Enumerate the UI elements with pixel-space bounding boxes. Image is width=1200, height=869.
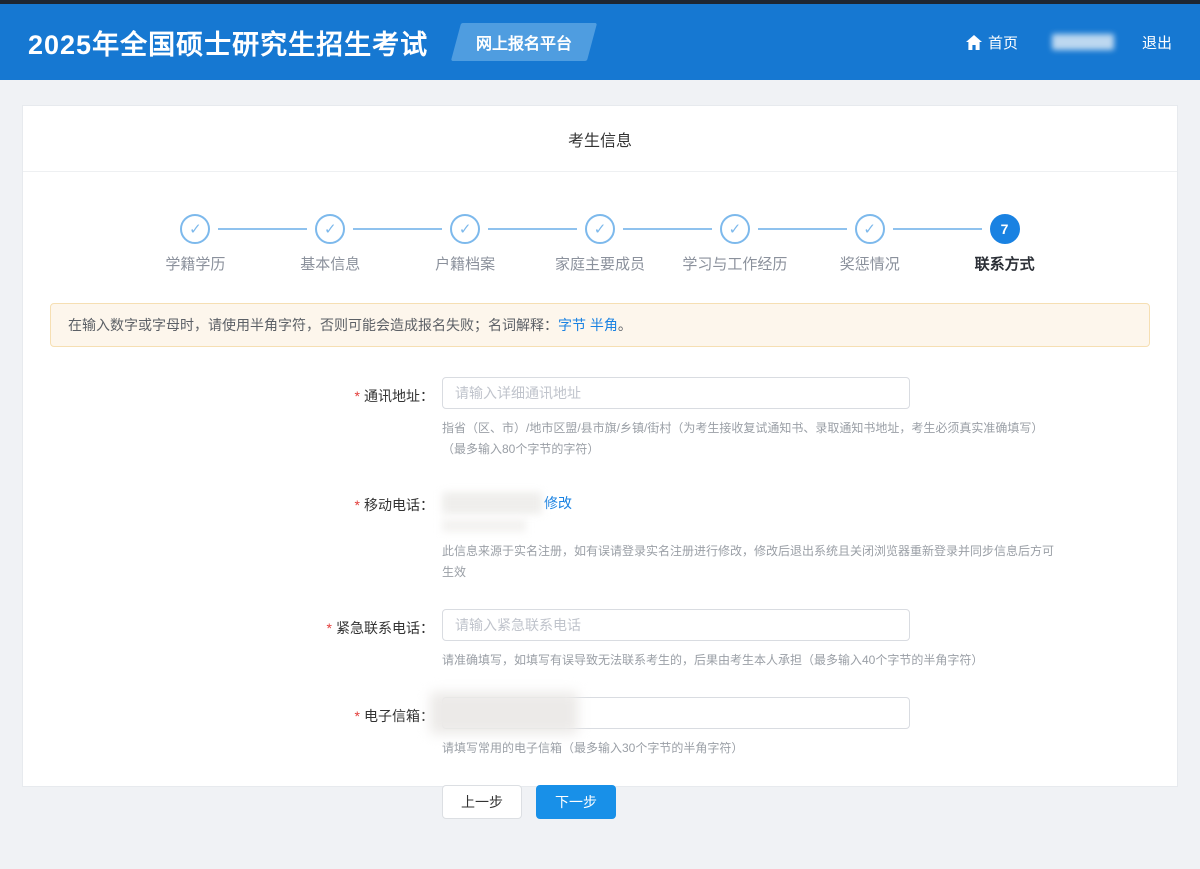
address-row: *通讯地址： 指省（区、市）/地市区盟/县市旗/乡镇/街村（为考生接收复试通知书… xyxy=(23,377,1177,460)
emergency-control: 请准确填写，如填写有误导致无法联系考生的，后果由考生本人承担（最多输入40个字节… xyxy=(442,609,983,671)
required-asterisk: * xyxy=(354,708,360,724)
emergency-label-wrap: * 紧急联系电话： xyxy=(23,609,434,671)
emergency-row: *紧急联系电话： 请准确填写，如填写有误导致无法联系考生的，后果由考生本人承担（… xyxy=(23,609,1177,671)
logout-link[interactable]: 退出 xyxy=(1142,32,1172,53)
email-label: 电子信箱： xyxy=(364,708,434,724)
platform-badge-label: 网上报名平台 xyxy=(476,36,573,53)
mobile-label-wrap: * 移动电话： xyxy=(23,486,434,583)
step-label: 基本信息 xyxy=(300,256,361,273)
page-title: 考生信息 xyxy=(23,106,1177,172)
mobile-value-line: 修改 xyxy=(442,486,1062,514)
step-done-icon: ✓ xyxy=(315,214,346,244)
step-xueji-xueli: ✓ 学籍学历 xyxy=(128,214,263,274)
step-xuexi-gongzuo: ✓ 学习与工作经历 xyxy=(623,214,802,274)
check-icon: ✓ xyxy=(189,221,202,238)
mobile-redacted-smudge xyxy=(442,519,526,532)
step-jiangcheng-qingkuang: ✓ 奖惩情况 xyxy=(757,214,937,274)
step-lianxi-fangshi-current: 7 联系方式 xyxy=(892,214,1072,274)
step-label: 奖惩情况 xyxy=(839,256,900,273)
required-asterisk: * xyxy=(326,620,332,636)
check-icon: ✓ xyxy=(863,221,876,238)
step-done-icon: ✓ xyxy=(719,214,750,244)
emergency-help: 请准确填写，如填写有误导致无法联系考生的，后果由考生本人承担（最多输入40个字节… xyxy=(442,653,984,667)
address-label-wrap: * 通讯地址： xyxy=(23,377,434,460)
header-nav: 首页 退出 xyxy=(965,32,1172,53)
home-icon xyxy=(965,34,982,50)
app-title: 2025年全国硕士研究生招生考试 xyxy=(28,29,429,60)
mobile-row: * 移动电话： 修改 此信息来源于实名注册，如有误请登录实名注册进行修改，修改后退… xyxy=(23,486,1177,583)
contact-form: *通讯地址： 指省（区、市）/地市区盟/县市旗/乡镇/街村（为考生接收复试通知书… xyxy=(23,377,1177,819)
mobile-number-redacted xyxy=(442,492,542,514)
next-step-button[interactable]: 下一步 xyxy=(536,785,616,819)
mobile-control: 修改 此信息来源于实名注册，如有误请登录实名注册进行修改，修改后退出系统且关闭浏… xyxy=(442,486,1062,583)
step-done-icon: ✓ xyxy=(854,214,885,244)
username-redacted xyxy=(1051,34,1114,50)
step-done-icon: ✓ xyxy=(585,214,615,244)
email-help: 请填写常用的电子信箱（最多输入30个字节的半角字符） xyxy=(442,741,744,755)
step-done-icon: ✓ xyxy=(450,214,481,244)
previous-step-button[interactable]: 上一步 xyxy=(442,785,522,819)
check-icon: ✓ xyxy=(458,221,472,238)
step-done-icon: ✓ xyxy=(180,214,211,244)
modify-phone-link[interactable]: 修改 xyxy=(544,493,572,513)
step-number-badge: 7 xyxy=(989,214,1020,244)
mobile-label: 移动电话： xyxy=(364,497,434,513)
check-icon: ✓ xyxy=(323,221,337,238)
step-label: 学籍学历 xyxy=(165,256,226,273)
platform-badge: 网上报名平台 xyxy=(450,23,598,61)
step-label: 户籍档案 xyxy=(435,256,496,273)
halfwidth-notice-banner: 在输入数字或字母时，请使用半角字符，否则可能会造成报名失败；名词解释：字节 半角… xyxy=(50,303,1150,347)
step-label: 学习与工作经历 xyxy=(682,256,788,273)
notice-suffix: 。 xyxy=(617,317,632,333)
home-link[interactable]: 首页 xyxy=(965,32,1018,53)
step-jiben-xinxi: ✓ 基本信息 xyxy=(218,214,398,274)
email-row: * 电子信箱： 请填写常用的电子信箱（最多输入30个字节的半角字符） xyxy=(23,692,1177,759)
step-label: 家庭主要成员 xyxy=(555,256,646,273)
form-actions: 上一步 下一步 xyxy=(442,785,1177,819)
step-jiating-chengyuan: ✓ 家庭主要成员 xyxy=(488,214,668,274)
step-huji-dangan: ✓ 户籍档案 xyxy=(353,214,533,274)
address-help-line2: （最多输入80个字节的字符） xyxy=(442,442,600,456)
email-input[interactable] xyxy=(442,697,910,729)
step-progress: ✓ 学籍学历 ✓ 基本信息 ✓ 户籍档案 ✓ 家庭主要成员 ✓ 学习与工作经历 … xyxy=(23,172,1177,274)
email-input-wrap xyxy=(430,692,910,734)
email-control: 请填写常用的电子信箱（最多输入30个字节的半角字符） xyxy=(430,692,910,759)
address-input[interactable] xyxy=(442,377,910,409)
emergency-label: 紧急联系电话： xyxy=(336,620,434,636)
notice-text: 在输入数字或字母时，请使用半角字符，否则可能会造成报名失败；名词解释： xyxy=(68,317,558,333)
address-help-line1: 指省（区、市）/地市区盟/县市旗/乡镇/街村（为考生接收复试通知书、录取通知书地… xyxy=(442,421,1044,435)
app-header: 2025年全国硕士研究生招生考试 网上报名平台 首页 退出 xyxy=(0,4,1200,80)
required-asterisk: * xyxy=(354,388,360,404)
halfwidth-term-link[interactable]: 半角 xyxy=(590,317,618,333)
email-label-wrap: * 电子信箱： xyxy=(23,697,434,759)
home-label: 首页 xyxy=(987,34,1018,52)
byte-term-link[interactable]: 字节 xyxy=(558,317,586,333)
emergency-phone-input[interactable] xyxy=(442,609,910,641)
required-asterisk: * xyxy=(354,497,360,513)
mobile-help: 此信息来源于实名注册，如有误请登录实名注册进行修改，修改后退出系统且关闭浏览器重… xyxy=(442,544,1055,579)
check-icon: ✓ xyxy=(728,221,742,238)
step-label: 联系方式 xyxy=(974,256,1035,273)
candidate-info-card: 考生信息 ✓ 学籍学历 ✓ 基本信息 ✓ 户籍档案 ✓ 家庭主要成员 ✓ 学习与… xyxy=(22,105,1178,819)
address-control: 指省（区、市）/地市区盟/县市旗/乡镇/街村（为考生接收复试通知书、录取通知书地… xyxy=(442,377,1043,460)
address-label: 通讯地址： xyxy=(364,388,434,404)
check-icon: ✓ xyxy=(593,221,607,238)
